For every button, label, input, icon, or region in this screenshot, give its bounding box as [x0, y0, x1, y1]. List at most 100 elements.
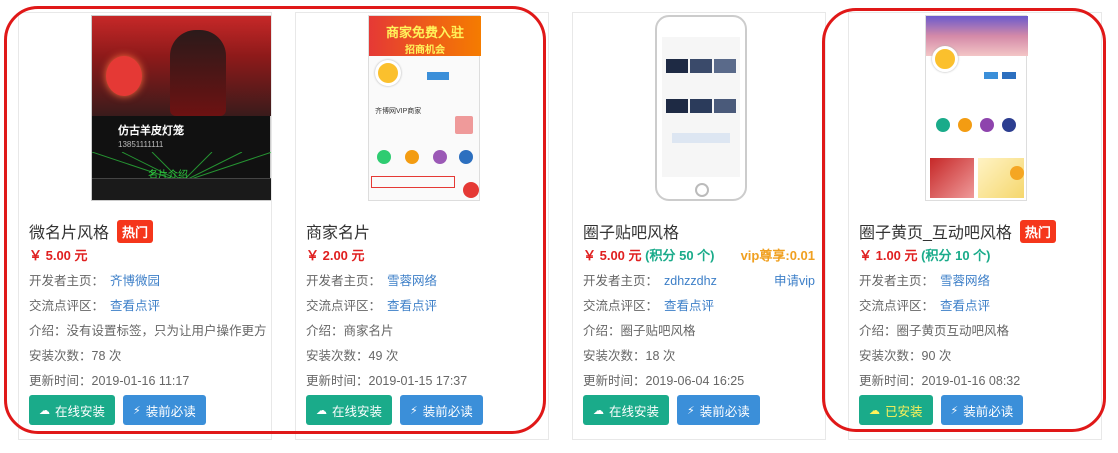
preview-image: [714, 59, 736, 73]
update-time: 2019-06-04 16:25: [645, 374, 745, 388]
lantern-image: [106, 56, 142, 96]
preview-button: [984, 72, 998, 79]
apply-vip-link[interactable]: 申请vip: [774, 270, 815, 289]
install-button[interactable]: ☁ 在线安装: [306, 395, 393, 425]
developer-label: 开发者主页：: [306, 274, 382, 288]
plugin-title[interactable]: 圈子贴吧风格: [583, 219, 679, 243]
developer-link[interactable]: zdhzzdhz: [664, 274, 717, 288]
update-time-row: 更新时间：2019-01-16 08:32: [859, 370, 1099, 389]
update-time-label: 更新时间：: [29, 374, 92, 388]
plugin-thumbnail[interactable]: 仿古羊皮灯笼 13851111111 名片介绍: [19, 13, 271, 203]
cloud-download-icon: ☁: [39, 404, 50, 417]
plugin-title[interactable]: 商家名片: [306, 219, 370, 243]
install-count: 49 次: [368, 349, 399, 363]
install-count-label: 安装次数：: [859, 349, 922, 363]
bolt-icon: ⚡: [133, 404, 141, 417]
preview-screenshot: 商家免费入驻 招商机会 齐博网VIP商家: [368, 15, 481, 201]
share-icon: [405, 150, 419, 164]
preview-image: [714, 99, 736, 113]
preview-tabbar: [92, 178, 271, 200]
read-first-button[interactable]: ⚡ 装前必读: [123, 395, 206, 425]
preview-button: [1002, 72, 1016, 79]
review-link[interactable]: 查看点评: [387, 299, 437, 313]
phone-icon: [377, 150, 391, 164]
intro-text: 介绍：商家名片: [306, 324, 394, 338]
review-link[interactable]: 查看点评: [664, 299, 714, 313]
read-first-button-label: 装前必读: [145, 404, 196, 419]
preview-button: [427, 72, 449, 80]
preview-screenshot: [925, 15, 1028, 201]
person-image: [170, 30, 226, 116]
developer-link[interactable]: 雪蓉网络: [940, 274, 990, 288]
review-link[interactable]: 查看点评: [940, 299, 990, 313]
update-time-row: 更新时间：2019-06-04 16:25: [583, 370, 823, 389]
review-link[interactable]: 查看点评: [110, 299, 160, 313]
developer-label: 开发者主页：: [583, 274, 659, 288]
plugin-title[interactable]: 圈子黄页_互动吧风格: [859, 219, 1012, 243]
preview-tabs: [371, 176, 455, 188]
plugin-title[interactable]: 微名片风格: [29, 219, 109, 243]
preview-shop-name: 齐博网VIP商家: [375, 108, 422, 115]
preview-name: 仿古羊皮灯笼: [118, 125, 184, 137]
read-first-button[interactable]: ⚡ 装前必读: [400, 395, 483, 425]
install-button[interactable]: ☁ 在线安装: [29, 395, 116, 425]
bolt-icon: ⚡: [950, 404, 959, 417]
avatar: [375, 60, 401, 86]
install-count-row: 安装次数：90 次: [859, 345, 1099, 364]
preview-button: [672, 133, 730, 143]
price-value: ￥ 1.00 元: [859, 248, 918, 263]
preview-screen: [662, 37, 740, 177]
review-row: 交流点评区： 查看点评: [859, 295, 1099, 314]
menu-icon: [980, 118, 994, 132]
plugin-card: 商家免费入驻 招商机会 齐博网VIP商家 商家名片 ￥ 2.00 元 开发者主页…: [295, 12, 549, 440]
vip-price: vip尊享:0.01: [740, 248, 815, 263]
read-first-button-label: 装前必读: [699, 404, 750, 419]
mail-icon: [459, 150, 473, 164]
developer-link[interactable]: 雪蓉网络: [387, 274, 437, 288]
install-count: 90 次: [921, 349, 952, 363]
add-icon: [1010, 166, 1024, 180]
install-count-label: 安装次数：: [583, 349, 646, 363]
chat-icon: [433, 150, 447, 164]
price-value: ￥ 5.00 元: [583, 248, 642, 263]
developer-link[interactable]: 齐博微园: [110, 274, 160, 288]
read-first-button[interactable]: ⚡ 装前必读: [677, 395, 760, 425]
plugin-card: 仿古羊皮灯笼 13851111111 名片介绍 微名片风格 热门 ￥ 5.00 …: [18, 12, 272, 440]
bolt-icon: ⚡: [687, 404, 695, 417]
preview-image: [690, 59, 712, 73]
price: ￥ 1.00 元 (积分 10 个): [859, 245, 1099, 264]
preview-banner-text: 商家免费入驻: [385, 25, 464, 40]
plugin-grid: 仿古羊皮灯笼 13851111111 名片介绍 微名片风格 热门 ￥ 5.00 …: [0, 0, 1118, 453]
update-time: 2019-01-16 08:32: [921, 374, 1021, 388]
developer-row: 开发者主页： zdhzzdhz 申请vip: [583, 270, 823, 289]
hot-badge: 热门: [1019, 219, 1056, 243]
update-time-label: 更新时间：: [583, 374, 646, 388]
update-time-label: 更新时间：: [306, 374, 369, 388]
developer-label: 开发者主页：: [29, 274, 105, 288]
update-time-row: 更新时间：2019-01-16 11:17: [29, 370, 269, 389]
installed-button[interactable]: ☁ 已安装: [859, 395, 933, 425]
plugin-card: 圈子黄页_互动吧风格 热门 ￥ 1.00 元 (积分 10 个) 开发者主页： 雪…: [848, 12, 1102, 440]
menu-icon: [936, 118, 950, 132]
review-label: 交流点评区：: [583, 299, 659, 313]
price-value: ￥ 5.00 元: [29, 248, 88, 263]
plugin-thumbnail[interactable]: [573, 13, 825, 203]
developer-row: 开发者主页： 齐博微园: [29, 270, 269, 289]
preview-phone: 13851111111: [118, 140, 164, 149]
cloud-download-icon: ☁: [593, 404, 604, 417]
preview-image: [666, 59, 688, 73]
install-count-row: 安装次数：18 次: [583, 345, 823, 364]
update-time-label: 更新时间：: [859, 374, 922, 388]
read-first-button[interactable]: ⚡ 装前必读: [940, 395, 1024, 425]
preview-screenshot: 仿古羊皮灯笼 13851111111 名片介绍: [91, 15, 271, 201]
plugin-thumbnail[interactable]: 商家免费入驻 招商机会 齐博网VIP商家: [296, 13, 548, 203]
intro-text: 介绍：圈子黄页互动吧风格: [859, 324, 1010, 338]
intro-text: 介绍：没有设置标签，只为让用户操作更方: [29, 324, 267, 338]
banner-photo: [92, 16, 271, 116]
menu-icon: [958, 118, 972, 132]
avatar: [932, 46, 958, 72]
install-button-label: 在线安装: [55, 404, 106, 419]
install-button[interactable]: ☁ 在线安装: [583, 395, 670, 425]
plugin-thumbnail[interactable]: [849, 13, 1101, 203]
preview-image: [930, 158, 974, 198]
